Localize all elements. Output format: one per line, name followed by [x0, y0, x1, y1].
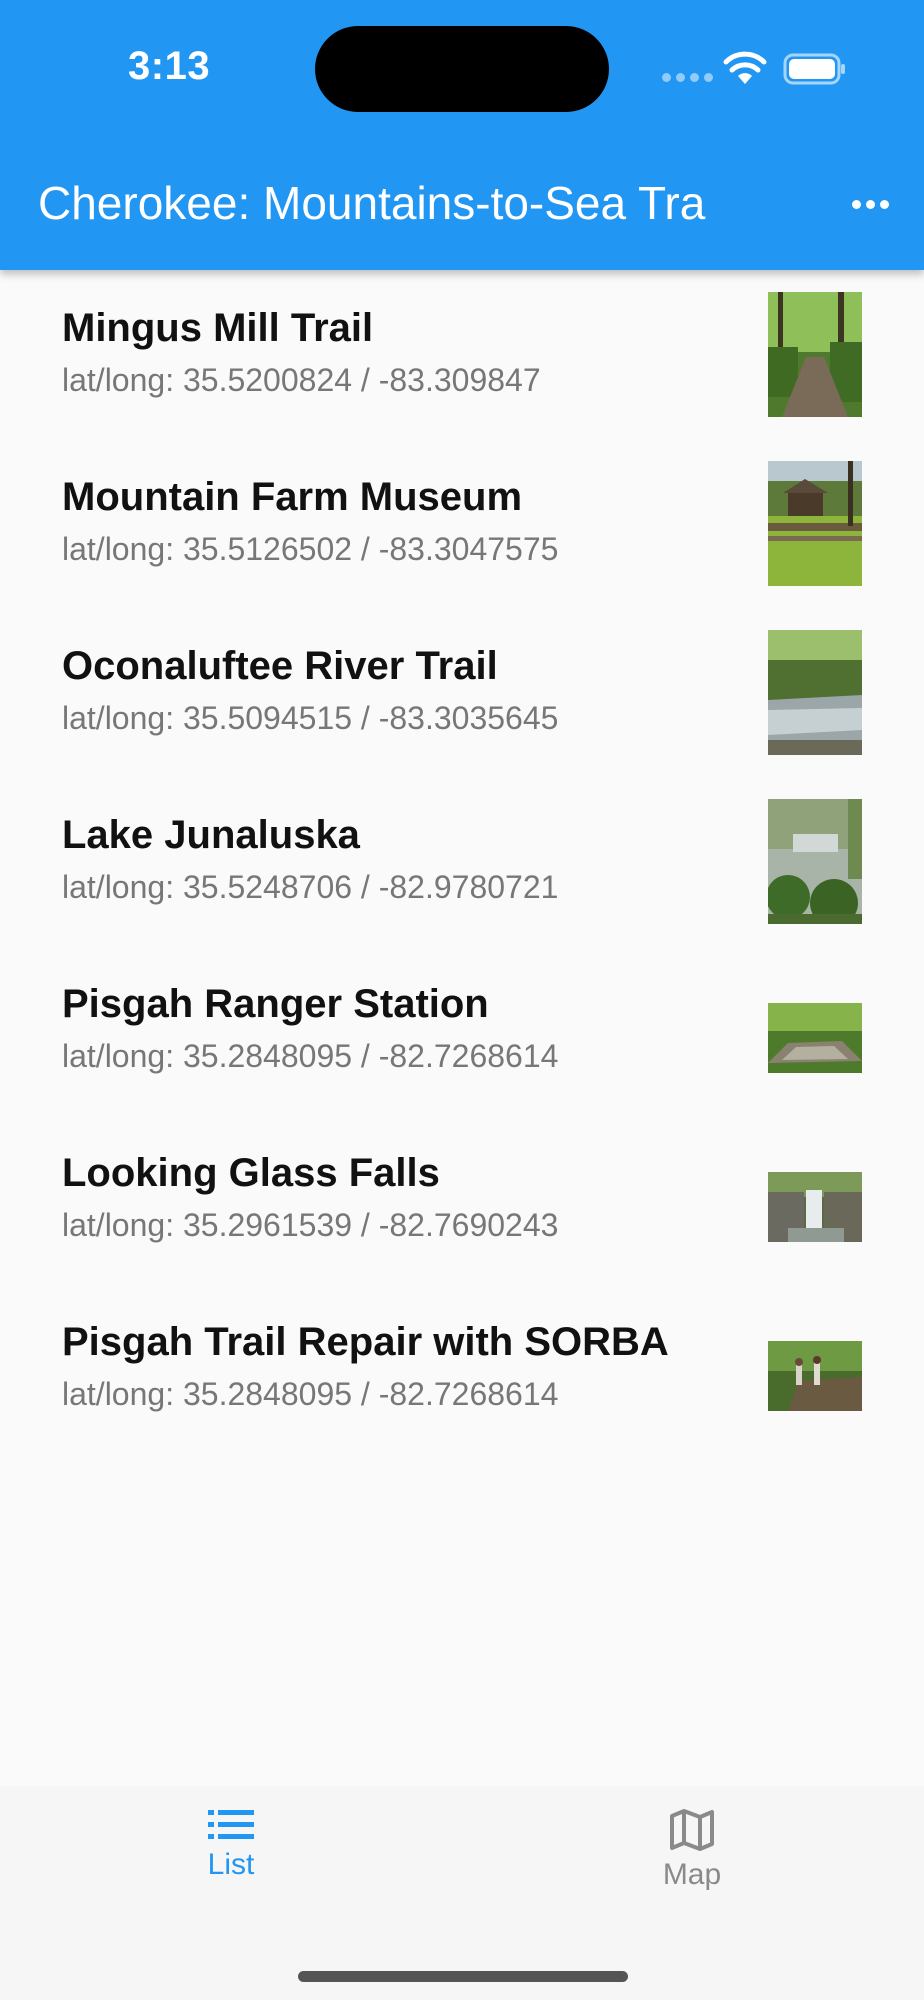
cellular-signal-icon — [662, 73, 713, 82]
list-item-title: Mountain Farm Museum — [62, 475, 523, 519]
trail-repair-thumbnail — [768, 1341, 862, 1411]
map-icon — [670, 1809, 714, 1851]
list-item[interactable]: Looking Glass Falls lat/long: 35.2961539… — [0, 1115, 924, 1284]
list-item-title: Oconaluftee River Trail — [62, 644, 498, 688]
list-item-coordinates: lat/long: 35.2848095 / -82.7268614 — [62, 1038, 559, 1074]
lake-garden-thumbnail — [768, 799, 862, 924]
list-item-coordinates: lat/long: 35.2961539 / -82.7690243 — [62, 1207, 559, 1243]
list-item-coordinates: lat/long: 35.2848095 / -82.7268614 — [62, 1376, 559, 1412]
more-icon — [851, 199, 861, 209]
list-item-coordinates: lat/long: 35.5200824 / -83.309847 — [62, 362, 541, 398]
bottom-tab-bar: List Map — [0, 1786, 924, 2000]
status-time: 3:13 — [128, 44, 211, 88]
farm-museum-thumbnail — [768, 461, 862, 586]
river-thumbnail — [768, 630, 862, 755]
list-item-coordinates: lat/long: 35.5126502 / -83.3047575 — [62, 531, 559, 567]
list-item[interactable]: Pisgah Trail Repair with SORBA lat/long:… — [0, 1284, 924, 1453]
list-item[interactable]: Mingus Mill Trail lat/long: 35.5200824 /… — [0, 270, 924, 439]
waterfall-thumbnail — [768, 1172, 862, 1242]
more-options-button[interactable] — [842, 182, 898, 226]
battery-icon — [783, 53, 845, 85]
list-icon — [208, 1810, 254, 1839]
list-item-title: Mingus Mill Trail — [62, 306, 374, 350]
forest-trail-thumbnail — [768, 292, 862, 417]
list-item-title: Lake Junaluska — [62, 813, 360, 857]
tab-label: Map — [662, 1858, 722, 1891]
tab-map[interactable]: Map — [612, 1808, 772, 1928]
app-header: 3:13 Cherokee: Mountains-to-Sea Tra — [0, 0, 924, 270]
list-item[interactable]: Pisgah Ranger Station lat/long: 35.28480… — [0, 946, 924, 1115]
dynamic-island — [315, 26, 609, 112]
list-item-title: Pisgah Ranger Station — [62, 982, 489, 1026]
list-item[interactable]: Lake Junaluska lat/long: 35.5248706 / -8… — [0, 777, 924, 946]
location-list: Mingus Mill Trail lat/long: 35.5200824 /… — [0, 270, 924, 1453]
page-title: Cherokee: Mountains-to-Sea Tra — [38, 177, 706, 229]
tab-label: List — [207, 1848, 255, 1881]
wifi-icon — [723, 51, 767, 84]
home-indicator — [298, 1971, 628, 1982]
list-item-title: Pisgah Trail Repair with SORBA — [62, 1320, 669, 1364]
creek-thumbnail — [768, 1003, 862, 1073]
list-item[interactable]: Mountain Farm Museum lat/long: 35.512650… — [0, 439, 924, 608]
list-item[interactable]: Oconaluftee River Trail lat/long: 35.509… — [0, 608, 924, 777]
tab-list[interactable]: List — [151, 1808, 311, 1928]
list-item-coordinates: lat/long: 35.5248706 / -82.9780721 — [62, 869, 559, 905]
list-item-coordinates: lat/long: 35.5094515 / -83.3035645 — [62, 700, 559, 736]
list-item-title: Looking Glass Falls — [62, 1151, 440, 1195]
